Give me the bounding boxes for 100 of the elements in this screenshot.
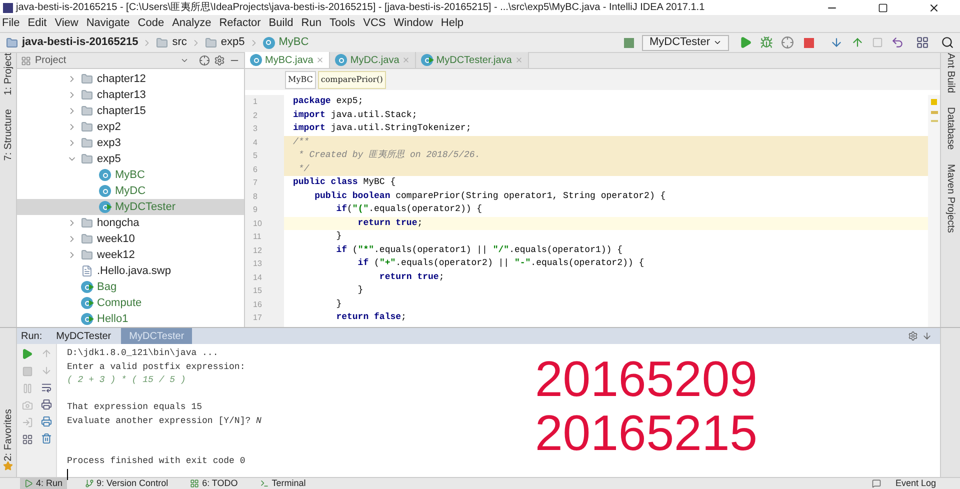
tool-window-button[interactable]: 6: TODO [186,478,242,489]
menu-item[interactable]: Run [301,15,322,32]
tool-window-button[interactable]: Terminal [256,478,310,489]
tree-item[interactable]: .Hello.java.swp [17,263,244,279]
tree-item-label: chapter15 [97,104,146,119]
tool-window-tab[interactable]: Maven Projects [939,164,960,233]
menu-item[interactable]: Refactor [219,15,261,32]
menu-item[interactable]: Navigate [86,15,130,32]
print-icon[interactable] [41,416,52,427]
tree-item[interactable]: hongcha [17,215,244,231]
tree-item[interactable]: exp5 [17,151,244,167]
debug-icon[interactable] [760,36,773,49]
coverage-icon[interactable] [781,36,794,49]
stop-icon[interactable] [22,366,32,377]
text-cursor [67,468,68,480]
menu-item[interactable]: View [54,15,78,32]
breadcrumb-item[interactable]: comparePrior() [318,70,386,88]
folder-icon [81,233,93,245]
tree-item[interactable]: MyBC [17,167,244,183]
menu-item[interactable]: VCS [363,15,386,32]
clear-icon[interactable] [41,433,52,444]
close-tab-icon[interactable] [514,56,523,64]
tree-item[interactable]: MyDC [17,183,244,199]
scroll-from-source-icon[interactable] [199,55,210,66]
exit-icon[interactable] [22,417,32,428]
wrap-icon[interactable] [41,382,52,393]
dump-threads-icon[interactable] [22,400,32,411]
menu-item[interactable]: Edit [28,15,47,32]
nav-path-item[interactable]: src [172,34,187,51]
tree-item[interactable]: week12 [17,247,244,263]
tree-item[interactable]: week10 [17,231,244,247]
vcs-commit-icon[interactable] [851,36,864,49]
down-icon[interactable] [41,365,52,376]
view-dropdown-icon[interactable] [180,56,189,65]
tool-window-button[interactable]: 4: Run [20,478,67,489]
tool-window-tab[interactable]: Ant Build [939,53,960,94]
hide-icon[interactable] [922,331,932,341]
close-tab-icon[interactable] [316,56,324,64]
code-line: package exp5; [292,95,364,108]
overlay-number: 20165215 [535,406,758,460]
settings-icon[interactable] [908,331,918,341]
tool-window-tab[interactable]: Database [939,107,960,150]
menu-item[interactable]: Window [394,15,433,32]
menu-item[interactable]: Code [138,15,164,32]
tree-item[interactable]: Hello1 [17,311,244,327]
tool-window-tab[interactable]: 1: Project [0,53,20,96]
tree-item-label: .Hello.java.swp [97,264,171,279]
console-line: D:\jdk1.8.0_121\bin\java ... [67,347,220,360]
tree-item[interactable]: Bag [17,279,244,295]
pause-icon[interactable] [22,383,32,394]
close-icon[interactable] [928,2,940,14]
tree-item[interactable]: chapter15 [17,103,244,119]
editor-tab[interactable]: MyBC.java [245,52,330,68]
nav-path-item[interactable]: java-besti-is-20165215 [22,34,138,51]
tree-item[interactable]: chapter12 [17,71,244,87]
editor-tab[interactable]: MyDCTester.java [416,52,529,68]
tool-window-button[interactable]: 9: Version Control [80,478,172,489]
menu-item[interactable]: Tools [329,15,356,32]
project-folder-icon [6,36,18,48]
rerun-icon[interactable] [21,348,33,360]
close-tab-icon[interactable] [402,56,410,64]
editor-tab[interactable]: MyDC.java [330,52,416,68]
menu-item[interactable]: Help [440,15,464,32]
stop-icon[interactable] [804,38,814,48]
main-class-icon [421,54,434,66]
tree-item[interactable]: exp2 [17,119,244,135]
structure-icon[interactable] [916,36,929,49]
main-class-icon [81,281,93,293]
tool-window-tab[interactable]: 7: Structure [0,109,20,161]
line-number: 14 [252,272,263,284]
revert-icon[interactable] [891,36,904,49]
nav-path-item[interactable]: exp5 [220,34,245,51]
menu-item[interactable]: File [2,15,20,32]
code-line: return true; [378,270,446,284]
run-icon[interactable] [739,36,752,49]
code-line: if("(".equals(operator2)) { [335,203,484,216]
tree-item[interactable]: chapter13 [17,87,244,103]
menu-item[interactable]: Analyze [172,15,212,32]
nav-path-item[interactable]: MyBC [278,34,309,51]
line-number: 2 [252,110,258,122]
code-line: import java.util.StringTokenizer; [292,122,472,135]
event-log-button[interactable]: Event Log [895,476,936,489]
tree-item[interactable]: exp3 [17,135,244,151]
breadcrumb-item[interactable]: MyBC [285,70,316,88]
vcs-update-icon[interactable] [830,36,843,49]
up-icon[interactable] [41,348,52,359]
menu-item[interactable]: Build [268,15,294,32]
tree-item[interactable]: Compute [17,295,244,311]
maximize-icon[interactable] [878,2,888,12]
layout-icon[interactable] [22,434,32,445]
tree-item[interactable]: MyDCTester [17,199,244,215]
search-icon[interactable] [941,36,954,49]
run-config-dropdown[interactable]: MyDCTester [642,34,729,50]
line-number: 7 [252,177,258,189]
settings-icon[interactable] [214,55,225,66]
tab-label: MyBC.java [265,54,314,68]
run-tab[interactable]: MyDCTester [48,328,120,344]
folder-icon [81,89,93,101]
tree-item-label: exp3 [97,136,121,151]
tool-window-tab[interactable]: 2: Favorites [0,408,20,461]
